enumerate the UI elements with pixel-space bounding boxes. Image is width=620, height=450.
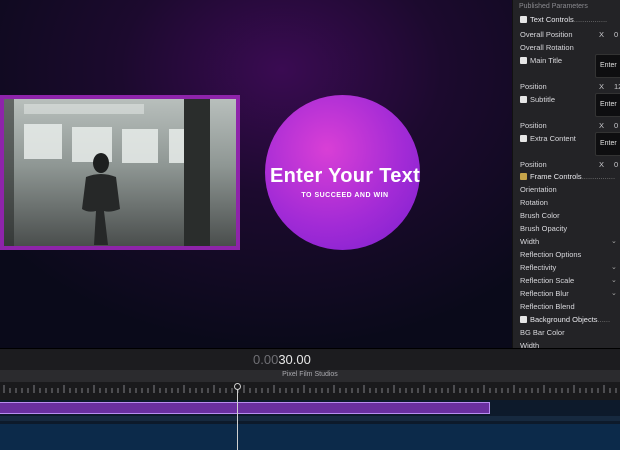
param-label: Brush Opacity [520,224,568,233]
param-label: BG Bar Color [520,328,565,337]
param-label: Reflection Scale [520,276,575,285]
canvas-viewer[interactable]: Enter Your Text TO SUCCEED AND WIN [0,0,512,348]
checkbox-icon[interactable] [520,316,527,323]
param-label: Main Title [520,56,562,65]
param-label: Frame Controls................ [520,172,615,181]
playhead-line[interactable] [237,385,238,450]
param-label: Overall Position [520,30,573,39]
param-label: Position [520,160,547,169]
video-track-lane[interactable] [0,424,620,450]
photo-frame[interactable] [0,95,240,250]
chevron-down-icon[interactable]: ⌄ [611,289,617,297]
param-label: Position [520,121,547,130]
ruler-ticks [3,385,617,393]
checkbox-icon[interactable] [520,135,527,142]
chevron-down-icon[interactable]: ⌄ [611,276,617,284]
param-label: Text Controls................ [520,15,607,24]
main-title-text[interactable]: Enter Your Text [250,165,440,188]
checkbox-icon[interactable] [520,16,527,23]
checkbox-icon[interactable] [520,96,527,103]
param-label: Extra Content [520,134,576,143]
param-label: Width [520,341,540,348]
photo-placeholder [4,99,236,246]
timeline-ruler[interactable] [0,382,620,394]
axis-label: X [599,82,605,91]
param-value[interactable]: 0 [614,30,618,39]
param-label: Position [520,82,547,91]
param-label: Reflection Blend [520,302,575,311]
chevron-down-icon[interactable]: ⌄ [611,237,617,245]
param-label: Background Objects...... [520,315,610,324]
axis-label: X [599,121,605,130]
axis-label: X [599,160,605,169]
param-value[interactable]: 0 [614,160,618,169]
timecode-bar: 0.0030.00 [0,348,620,371]
inspector-panel: Published Parameters Text Controls......… [512,0,620,348]
chevron-down-icon[interactable]: ⌄ [611,263,617,271]
param-value[interactable]: 0 [614,121,618,130]
project-name: Pixel Film Studios [282,371,338,378]
param-label: Reflectivity [520,263,557,272]
text-entry-field[interactable]: Enter [595,132,620,156]
param-label: Overall Rotation [520,43,574,52]
project-title-bar: Pixel Film Studios [0,370,620,382]
playhead-handle[interactable] [234,383,241,390]
text-entry-field[interactable]: Enter [595,93,620,117]
param-label: Rotation [520,198,548,207]
title-clip[interactable] [0,402,490,414]
subtitle-text[interactable]: TO SUCCEED AND WIN [250,192,440,199]
param-label: Width [520,237,540,246]
timecode-display[interactable]: 0.0030.00 [253,352,311,367]
param-label: Reflection Blur [520,289,569,298]
checkbox-icon[interactable] [520,173,527,180]
inspector-header: Published Parameters [519,3,588,10]
track-lane [0,416,620,421]
param-label: Brush Color [520,211,560,220]
timeline-tracks[interactable] [0,394,620,450]
text-entry-field[interactable]: Enter [595,54,620,78]
checkbox-icon[interactable] [520,57,527,64]
axis-label: X [599,30,605,39]
param-label: Reflection Options [520,250,582,259]
param-label: Subtitle [520,95,555,104]
param-value[interactable]: 12 [614,82,620,91]
param-label: Orientation [520,185,557,194]
track-header-strip [0,394,620,400]
